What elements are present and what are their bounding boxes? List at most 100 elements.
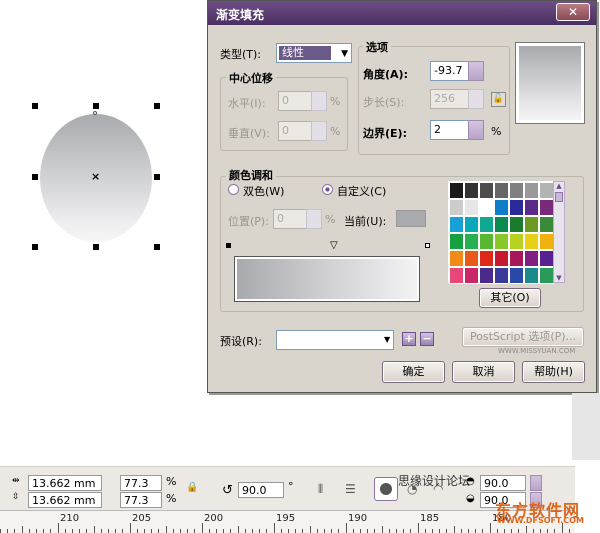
selection-handle-top[interactable]: [93, 103, 99, 109]
angle-spinner[interactable]: [468, 61, 484, 81]
lock-ratio-icon[interactable]: 🔒: [186, 482, 198, 493]
color-swatch[interactable]: [479, 182, 494, 199]
horizontal-spinner[interactable]: [311, 91, 327, 111]
preset-select[interactable]: [276, 330, 394, 350]
mirror-vertical-icon[interactable]: ☰: [345, 482, 356, 496]
mirror-horizontal-icon[interactable]: ⫴: [318, 482, 323, 497]
postscript-options-button[interactable]: PostScript 选项(P)...: [462, 327, 584, 347]
color-swatch[interactable]: [509, 182, 524, 199]
ellipse-tool-button[interactable]: [374, 477, 398, 501]
color-swatch[interactable]: [509, 267, 524, 284]
selection-handle-bottom-left[interactable]: [32, 244, 38, 250]
color-swatch[interactable]: [524, 250, 539, 267]
color-swatch[interactable]: [524, 267, 539, 284]
position-input[interactable]: 0: [273, 209, 307, 229]
help-button[interactable]: 帮助(H): [522, 361, 585, 383]
color-swatch[interactable]: [449, 199, 464, 216]
color-swatch[interactable]: [494, 250, 509, 267]
color-swatch[interactable]: [524, 182, 539, 199]
color-swatch[interactable]: [509, 216, 524, 233]
type-select[interactable]: 线性 ▼: [276, 43, 352, 63]
angle-input[interactable]: -93.7: [430, 61, 472, 81]
preset-dropdown-icon[interactable]: ▼: [384, 335, 390, 344]
color-swatch[interactable]: [464, 216, 479, 233]
gradient-start-marker[interactable]: [226, 243, 231, 248]
color-swatch[interactable]: [449, 250, 464, 267]
remove-preset-icon[interactable]: −: [420, 332, 434, 346]
color-swatch[interactable]: [539, 233, 554, 250]
scale-y-input[interactable]: 77.3: [120, 492, 162, 508]
color-palette[interactable]: [448, 181, 556, 284]
scroll-thumb[interactable]: [555, 192, 563, 202]
ok-button[interactable]: 确定: [382, 361, 445, 383]
color-swatch[interactable]: [494, 216, 509, 233]
steps-input[interactable]: 256: [430, 89, 472, 109]
selection-handle-right[interactable]: [154, 174, 160, 180]
selection-handle-left[interactable]: [32, 174, 38, 180]
color-swatch[interactable]: [524, 199, 539, 216]
other-button[interactable]: 其它(O): [479, 288, 541, 308]
skew-top-spinner[interactable]: [530, 475, 542, 491]
selection-handle-top-left[interactable]: [32, 103, 38, 109]
color-swatch[interactable]: [449, 267, 464, 284]
lock-icon[interactable]: 🔓: [491, 92, 506, 107]
scroll-up-icon[interactable]: ▲: [554, 182, 564, 190]
current-color-swatch[interactable]: [396, 210, 426, 227]
midpoint-triangle-icon[interactable]: ▽: [330, 240, 338, 251]
ruler-tick: [532, 529, 534, 533]
color-swatch[interactable]: [449, 182, 464, 199]
color-swatch[interactable]: [524, 233, 539, 250]
color-swatch[interactable]: [494, 182, 509, 199]
color-swatch[interactable]: [494, 199, 509, 216]
add-preset-icon[interactable]: +: [402, 332, 416, 346]
scale-x-input[interactable]: 77.3: [120, 475, 162, 491]
color-swatch[interactable]: [539, 182, 554, 199]
color-swatch[interactable]: [494, 267, 509, 284]
palette-scrollbar[interactable]: ▲ ▼: [553, 181, 565, 283]
horizontal-input[interactable]: 0: [278, 91, 312, 111]
position-spinner[interactable]: [306, 209, 322, 229]
steps-spinner[interactable]: [468, 89, 484, 109]
color-swatch[interactable]: [464, 199, 479, 216]
close-button[interactable]: ✕: [556, 3, 590, 21]
selection-handle-bottom[interactable]: [93, 244, 99, 250]
color-swatch[interactable]: [464, 233, 479, 250]
color-swatch[interactable]: [539, 267, 554, 284]
color-swatch[interactable]: [539, 250, 554, 267]
color-swatch[interactable]: [539, 216, 554, 233]
two-color-radio[interactable]: [228, 184, 239, 195]
cancel-button[interactable]: 取消: [452, 361, 515, 383]
scroll-down-icon[interactable]: ▼: [554, 274, 564, 282]
color-swatch[interactable]: [464, 250, 479, 267]
color-swatch[interactable]: [539, 199, 554, 216]
selection-handle-bottom-right[interactable]: [154, 244, 160, 250]
skew-top-input[interactable]: 90.0: [480, 475, 526, 491]
rotation-input[interactable]: 90.0: [238, 482, 284, 498]
color-swatch[interactable]: [464, 267, 479, 284]
edge-input[interactable]: 2: [430, 120, 472, 140]
color-swatch[interactable]: [479, 199, 494, 216]
type-label: 类型(T):: [220, 48, 262, 61]
height-input[interactable]: 13.662 mm: [28, 492, 102, 508]
color-swatch[interactable]: [479, 216, 494, 233]
color-swatch[interactable]: [479, 233, 494, 250]
color-swatch[interactable]: [449, 216, 464, 233]
gradient-end-marker[interactable]: [425, 243, 430, 248]
vertical-input[interactable]: 0: [278, 121, 312, 141]
selection-handle-top-right[interactable]: [154, 103, 160, 109]
color-swatch[interactable]: [524, 216, 539, 233]
color-swatch[interactable]: [479, 267, 494, 284]
color-swatch[interactable]: [509, 233, 524, 250]
custom-radio[interactable]: [322, 184, 333, 195]
color-swatch[interactable]: [479, 250, 494, 267]
color-swatch[interactable]: [509, 199, 524, 216]
gradient-bar[interactable]: [234, 256, 420, 302]
color-swatch[interactable]: [464, 182, 479, 199]
color-swatch[interactable]: [509, 250, 524, 267]
color-swatch[interactable]: [494, 233, 509, 250]
color-swatch[interactable]: [449, 233, 464, 250]
width-input[interactable]: 13.662 mm: [28, 475, 102, 491]
edge-spinner[interactable]: [468, 120, 484, 140]
ruler-tick: [194, 529, 196, 533]
vertical-spinner[interactable]: [311, 121, 327, 141]
